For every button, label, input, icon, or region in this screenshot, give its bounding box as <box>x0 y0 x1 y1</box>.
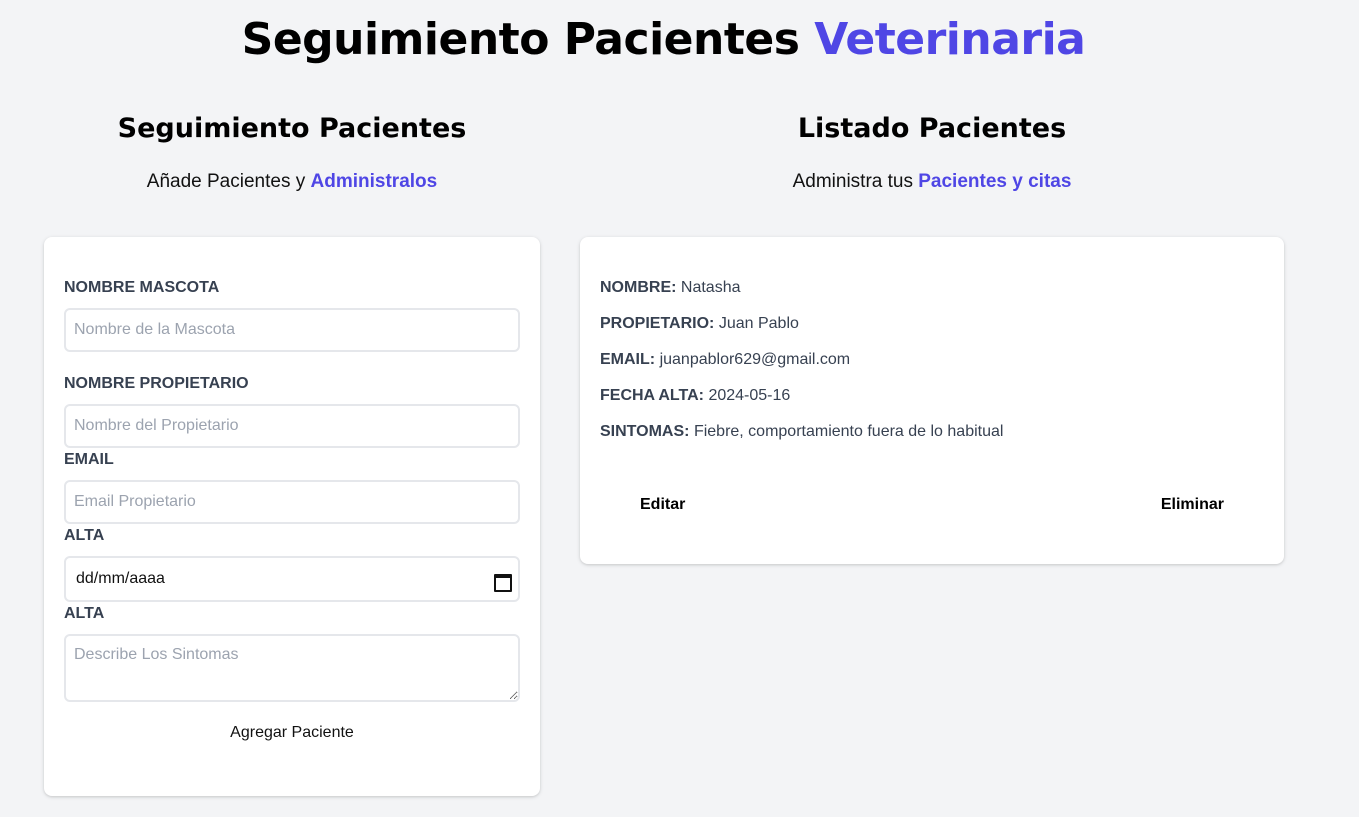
patient-card: NOMBRE: Natasha PROPIETARIO: Juan Pablo … <box>580 237 1284 564</box>
patient-symptoms-label: SINTOMAS: <box>600 423 690 440</box>
patient-owner-value: Juan Pablo <box>718 315 799 332</box>
date-input[interactable]: dd/mm/aaaa <box>64 556 520 602</box>
patient-date-value: 2024-05-16 <box>708 387 791 404</box>
date-input-value: dd/mm/aaaa <box>76 570 165 587</box>
add-patient-button[interactable]: Agregar Paciente <box>64 721 520 745</box>
symptoms-textarea[interactable] <box>64 634 520 702</box>
page-title: Seguimiento Pacientes Veterinaria <box>0 14 1327 65</box>
patient-name-row: NOMBRE: Natasha <box>600 279 740 297</box>
list-section-subtitle: Administra tus Pacientes y citas <box>580 171 1284 193</box>
page-title-accent: Veterinaria <box>814 14 1086 65</box>
pet-name-input[interactable] <box>64 308 520 352</box>
form-subtitle-prefix: Añade Pacientes y <box>146 171 306 192</box>
form-subtitle-accent: Administralos <box>310 171 438 192</box>
date-label: ALTA <box>64 527 105 544</box>
delete-patient-button[interactable]: Eliminar <box>1161 494 1224 516</box>
list-subtitle-prefix: Administra tus <box>792 171 913 192</box>
patient-owner-label: PROPIETARIO: <box>600 315 715 332</box>
patient-date-row: FECHA ALTA: 2024-05-16 <box>600 387 790 405</box>
calendar-icon[interactable] <box>494 572 512 592</box>
email-label: EMAIL <box>64 451 114 468</box>
patient-email-row: EMAIL: juanpablor629@gmail.com <box>600 351 850 369</box>
patient-name-value: Natasha <box>680 279 741 296</box>
form-section-subtitle: Añade Pacientes y Administralos <box>44 171 540 193</box>
email-input[interactable] <box>64 480 520 524</box>
owner-name-input[interactable] <box>64 404 520 448</box>
form-section-title: Seguimiento Pacientes <box>117 113 467 144</box>
patient-form: NOMBRE MASCOTA NOMBRE PROPIETARIO EMAIL … <box>44 237 540 796</box>
patient-owner-row: PROPIETARIO: Juan Pablo <box>600 315 799 333</box>
patient-symptoms-row: SINTOMAS: Fiebre, comportamiento fuera d… <box>600 423 1003 441</box>
list-section-title: Listado Pacientes <box>797 113 1067 144</box>
list-subtitle-accent: Pacientes y citas <box>918 171 1072 192</box>
owner-name-label: NOMBRE PROPIETARIO <box>64 375 249 392</box>
page-title-main: Seguimiento Pacientes <box>241 14 800 65</box>
patient-symptoms-value: Fiebre, comportamiento fuera de lo habit… <box>693 423 1004 440</box>
edit-patient-button[interactable]: Editar <box>640 494 685 516</box>
patient-email-label: EMAIL: <box>600 351 656 368</box>
patient-name-label: NOMBRE: <box>600 279 677 296</box>
patient-date-label: FECHA ALTA: <box>600 387 704 404</box>
patient-email-value: juanpablor629@gmail.com <box>659 351 851 368</box>
symptoms-label: ALTA <box>64 605 105 622</box>
pet-name-label: NOMBRE MASCOTA <box>64 279 220 296</box>
